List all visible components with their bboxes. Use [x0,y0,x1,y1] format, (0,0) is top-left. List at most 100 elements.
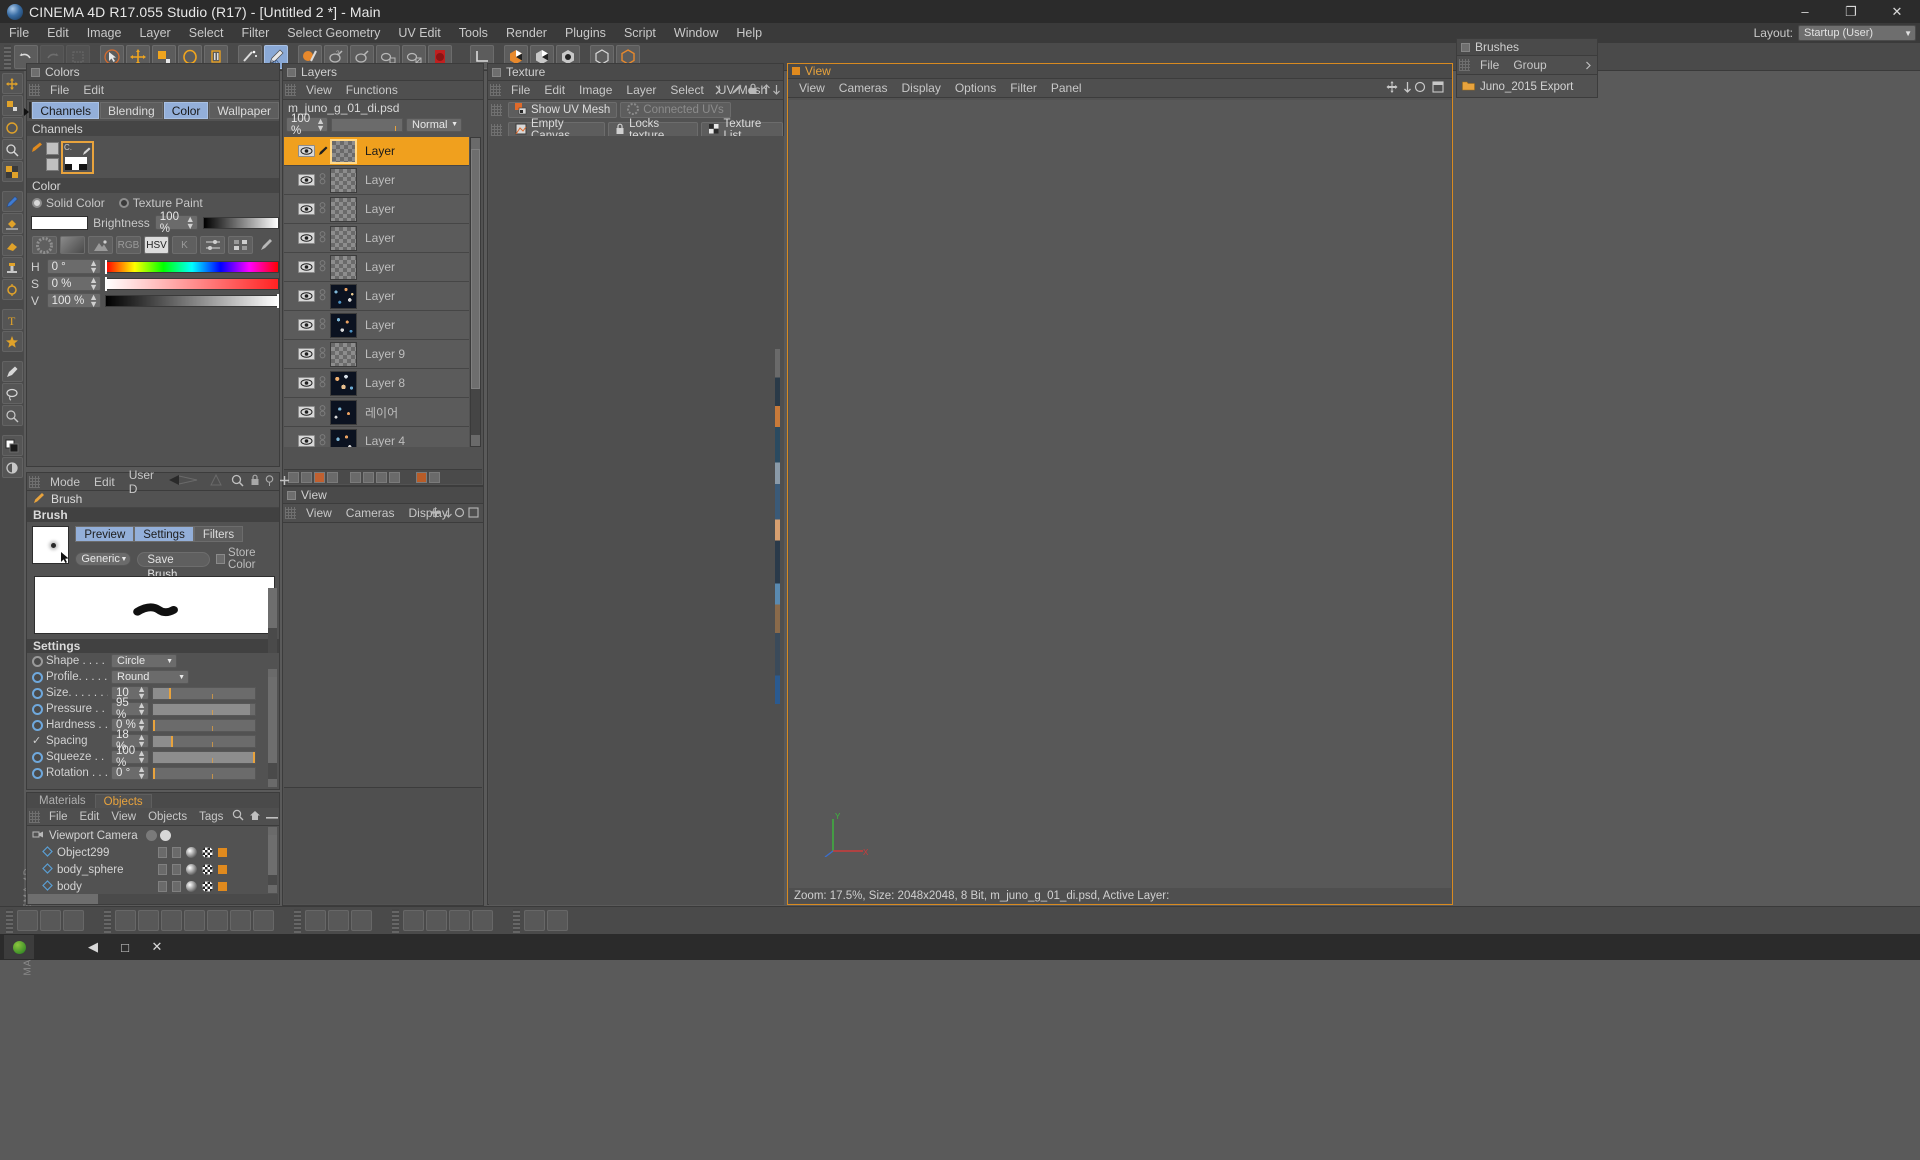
brightness-gradient-slider[interactable] [202,216,279,229]
layer-thumbnail[interactable] [330,312,357,338]
tab-color[interactable]: Color [163,102,209,119]
table-row[interactable]: Layer [284,224,469,253]
table-row[interactable]: Layer [284,195,469,224]
panel-toggle-icon[interactable] [31,67,40,77]
objects-tab-row[interactable]: Materials Objects [27,793,279,808]
collapse-icon[interactable] [266,809,279,824]
object-tag-texture[interactable] [202,881,213,892]
stepper-icon[interactable]: ▲ ▼ [316,116,325,132]
settings-scrollbar[interactable] [268,669,277,787]
stepper-icon[interactable]: ▲ ▼ [137,701,146,717]
value-row[interactable]: V 100 % ▲ ▼ [27,292,279,309]
stepper-icon[interactable]: ▲ ▼ [89,258,98,274]
panel-grip-icon[interactable] [29,84,40,96]
visibility-eye-icon[interactable] [298,290,315,302]
layer-thumbnail[interactable] [330,167,357,193]
view3d-menu-bar[interactable]: View Cameras Display Options Filter Pane… [788,79,1452,98]
tool-move-icon[interactable] [1,73,23,94]
menu-layer[interactable]: Layer [130,23,179,43]
brush-preset-dropdown[interactable]: Generic ▼ [75,552,132,566]
color-gradient-icon[interactable] [60,236,85,254]
forward-nav-icon[interactable] [209,473,223,489]
rotation-slider[interactable] [152,766,256,780]
tab-channels[interactable]: Channels [32,102,100,119]
tool-scale-icon[interactable] [1,95,23,116]
layer-thumbnail[interactable] [330,283,357,309]
visibility-eye-icon[interactable] [298,319,315,331]
brushes-menu-file[interactable]: File [1473,56,1506,75]
lock-icon[interactable] [748,83,758,98]
menu-window[interactable]: Window [665,23,727,43]
panel-grip-icon[interactable] [1459,59,1470,71]
active-color-swatch[interactable] [23,102,32,118]
channels-chip-row[interactable]: C. [27,136,279,178]
value-field[interactable]: 100 % ▲ ▼ [46,292,101,308]
stepper-icon[interactable]: ▲ ▼ [89,275,98,291]
color-wheel-icon[interactable] [32,236,57,254]
saturation-row[interactable]: S 0 % ▲ ▼ [27,275,279,292]
brushes-menu-group[interactable]: Group [1506,56,1553,75]
visibility-dot[interactable] [172,864,181,875]
objects-menu-file[interactable]: File [43,811,74,823]
list-item[interactable]: Viewport Camera [28,827,267,844]
toolbar-grip[interactable] [392,908,399,933]
profile-radio[interactable] [32,671,43,683]
mirror-tool-3-button[interactable] [449,910,470,931]
show-uv-mesh-button[interactable]: Show UV Mesh [508,102,618,118]
size-radio[interactable] [32,687,43,699]
align-tool-2-button[interactable] [328,910,349,931]
tool-star-icon[interactable] [1,331,23,352]
link-icon[interactable] [318,433,327,448]
bottom-toolbar[interactable] [0,906,1920,934]
maximize-view-icon[interactable] [468,506,479,521]
hsv-mode-button[interactable]: HSV [144,236,169,254]
link-icon[interactable] [318,346,327,362]
texture-canvas[interactable] [489,136,784,905]
menu-help[interactable]: Help [727,23,771,43]
layers-menu-functions[interactable]: Functions [339,81,405,100]
attr-menu-mode[interactable]: Mode [43,475,87,489]
uv-tool-7-button[interactable] [253,910,274,931]
uv-tool-5-button[interactable] [207,910,228,931]
mirror-tool-2-button[interactable] [426,910,447,931]
toolbar-grip[interactable] [6,908,13,933]
brush-tab-row[interactable]: Preview Settings Filters [75,526,279,542]
layers-list[interactable]: Layer Layer Layer Layer Layer Layer Laye… [284,137,469,447]
tool-checker-icon[interactable] [1,161,23,182]
back-nav-icon[interactable] [167,474,201,489]
extra-tool-2-button[interactable] [547,910,568,931]
object-tag-texture[interactable] [202,864,213,875]
link-icon[interactable] [318,230,327,246]
table-row[interactable]: 레이어 [284,398,469,427]
tab-blending[interactable]: Blending [100,102,163,119]
layer-opacity-field[interactable]: 100 % ▲ ▼ [286,113,328,137]
tool-rotate-icon[interactable] [1,117,23,138]
tab-filters[interactable]: Filters [193,526,244,542]
tool-fill-icon[interactable] [1,213,23,234]
view-small-menu-view[interactable]: View [299,504,339,523]
layer-thumbnail[interactable] [330,196,357,222]
texture-menu-file[interactable]: File [504,81,537,100]
tool-eraser-icon[interactable] [1,235,23,256]
object-tag-uv[interactable] [218,882,227,891]
view-small-menu-cameras[interactable]: Cameras [339,504,402,523]
brightness-row[interactable]: Brightness 100 % ▲ ▼ [27,211,279,235]
orbit-view-icon[interactable] [1414,81,1426,96]
view-small-lower[interactable] [284,787,482,904]
tool-clone-stamp-icon[interactable] [1,257,23,278]
blend-mode-dropdown[interactable]: Normal ▼ [406,117,462,132]
search-icon[interactable] [231,474,244,490]
toolbar-grip[interactable] [104,908,111,933]
objects-hscrollbar[interactable] [28,894,278,904]
layers-menu-view[interactable]: View [299,81,339,100]
layer-thumbnail[interactable] [330,341,357,367]
visibility-dot[interactable] [172,881,181,892]
squeeze-field[interactable]: 100 % ▲ ▼ [111,745,149,769]
view3d-menu-view[interactable]: View [792,79,832,98]
extra-tool-1-button[interactable] [524,910,545,931]
uv-tool-4-button[interactable] [184,910,205,931]
panel-toggle-icon[interactable] [287,490,296,500]
uv-tool-3-button[interactable] [161,910,182,931]
layout-dropdown[interactable]: Startup (User) ▼ [1798,25,1916,41]
list-item[interactable]: Object299 [28,844,267,861]
